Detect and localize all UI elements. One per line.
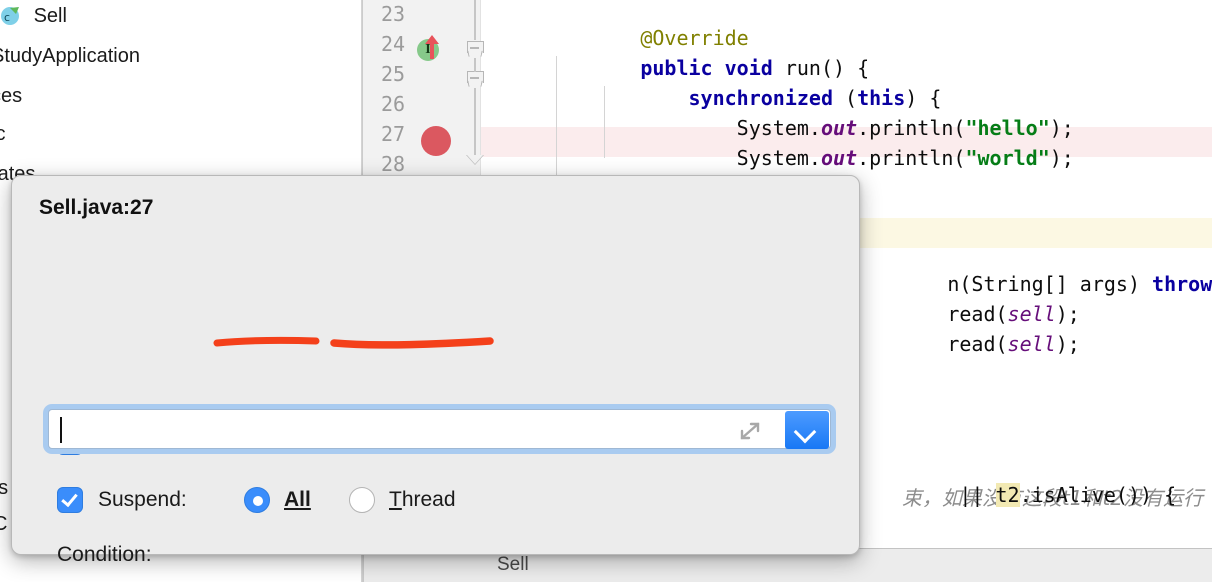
annotation-underline-all bbox=[213, 336, 320, 347]
annotation-overlay bbox=[213, 336, 494, 349]
annotation-underline-thread bbox=[330, 337, 494, 349]
screenshot-root: c Sell StudyApplication ces ic plates li… bbox=[0, 0, 1212, 582]
